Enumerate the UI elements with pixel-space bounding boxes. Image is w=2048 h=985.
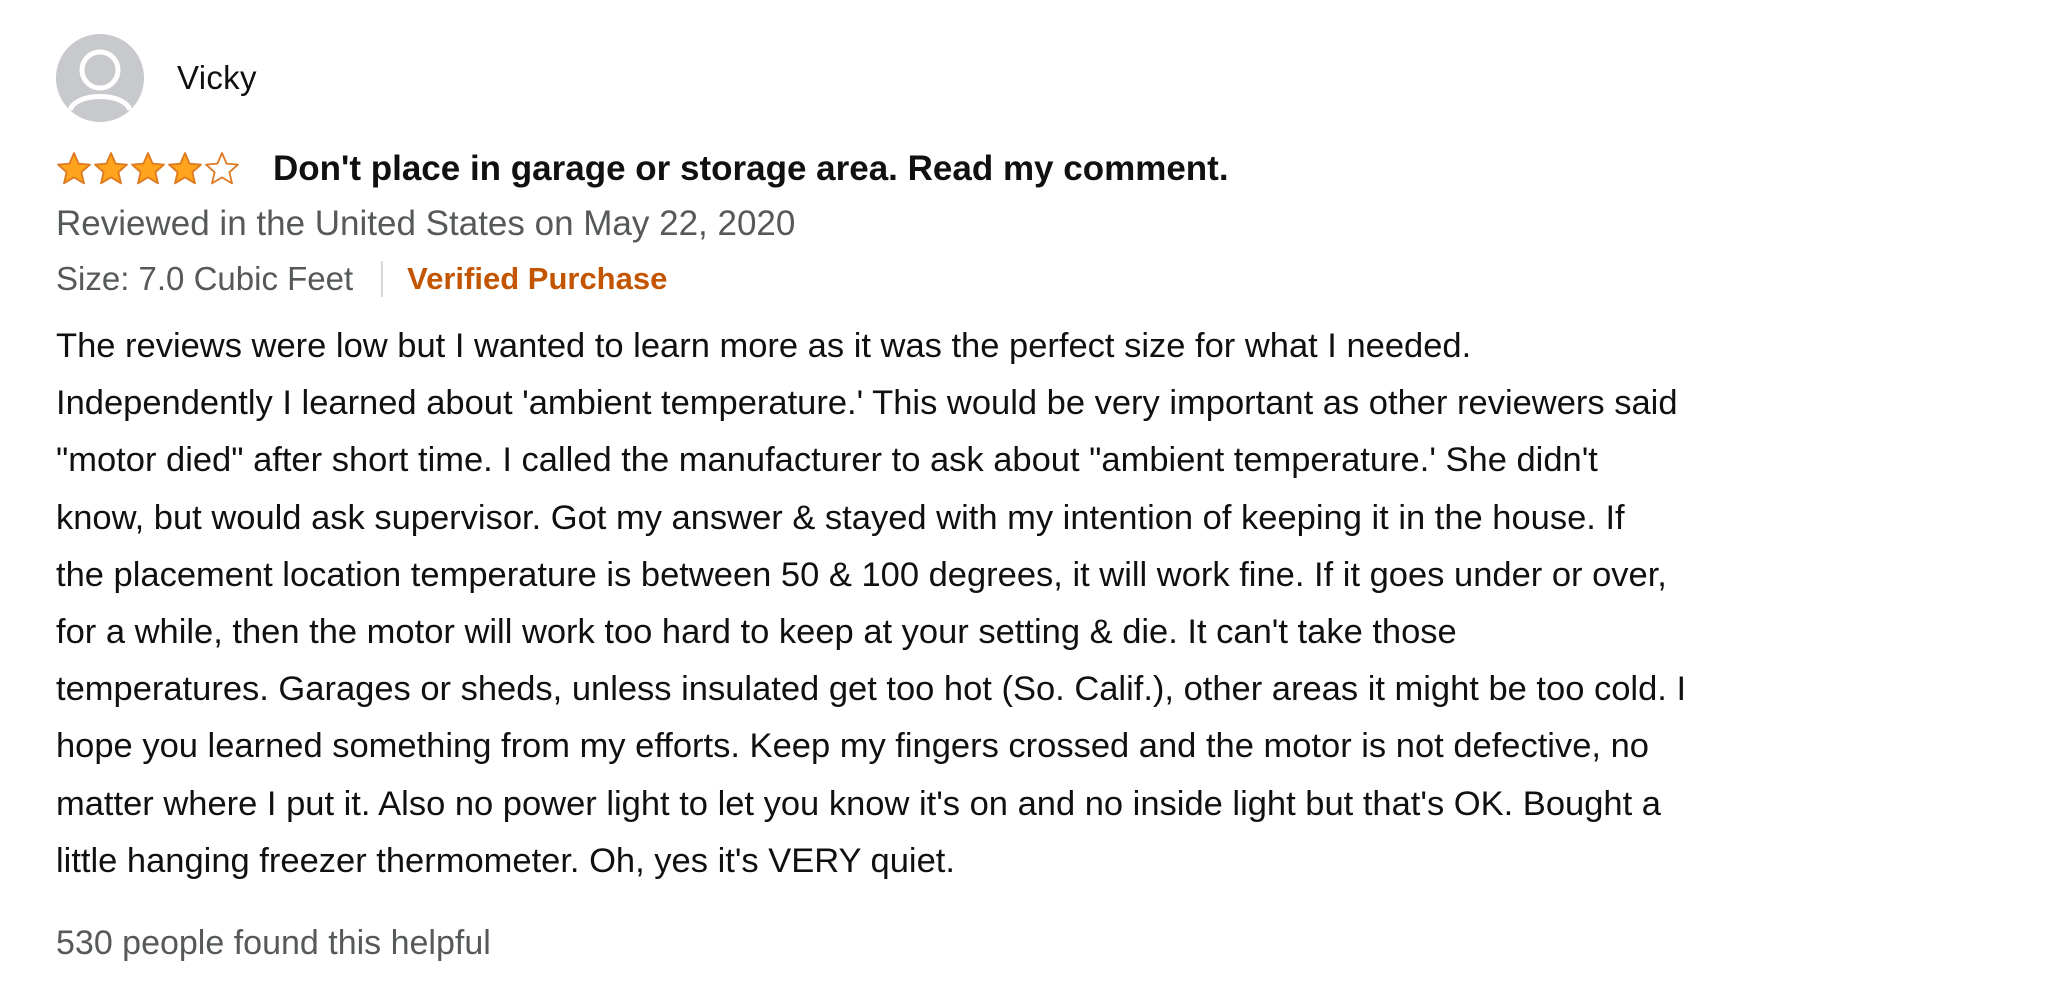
- reviewer-profile[interactable]: Vicky: [56, 34, 2016, 122]
- review-body-line: "motor died" after short time. I called …: [56, 441, 1598, 480]
- review-body-line: little hanging freezer thermometer. Oh, …: [56, 841, 955, 880]
- review-body-line: the placement location temperature is be…: [56, 555, 1667, 594]
- star-filled-icon: [57, 152, 91, 185]
- review-card: Vicky Don't place in garage or storage a…: [56, 34, 2016, 963]
- review-body-line: know, but would ask supervisor. Got my a…: [56, 498, 1625, 537]
- review-body-line: Independently I learned about 'ambient t…: [56, 384, 1678, 423]
- product-size[interactable]: Size: 7.0 Cubic Feet: [56, 260, 353, 298]
- review-body: The reviews were low but I wanted to lea…: [56, 318, 2016, 890]
- verified-purchase-badge: Verified Purchase: [407, 261, 668, 296]
- star-rating[interactable]: [56, 151, 241, 187]
- review-meta: Size: 7.0 Cubic Feet Verified Purchase: [56, 258, 2016, 300]
- review-body-line: matter where I put it. Also no power lig…: [56, 784, 1661, 823]
- reviewer-name[interactable]: Vicky: [177, 59, 257, 97]
- review-body-line: for a while, then the motor will work to…: [56, 613, 1457, 652]
- review-date: Reviewed in the United States on May 22,…: [56, 204, 796, 243]
- meta-divider: [381, 261, 384, 297]
- helpful-count: 530 people found this helpful: [56, 924, 491, 963]
- star-filled-icon: [94, 152, 128, 185]
- user-silhouette-icon[interactable]: [56, 34, 144, 122]
- star-empty-icon: [205, 152, 239, 185]
- star-filled-icon: [168, 152, 202, 185]
- review-title-row: Don't place in garage or storage area. R…: [56, 146, 2016, 192]
- review-body-line: hope you learned something from my effor…: [56, 727, 1649, 766]
- review-title[interactable]: Don't place in garage or storage area. R…: [273, 149, 1229, 189]
- review-body-line: The reviews were low but I wanted to lea…: [56, 327, 1472, 365]
- review-body-line: temperatures. Garages or sheds, unless i…: [56, 670, 1687, 709]
- star-filled-icon: [131, 152, 165, 185]
